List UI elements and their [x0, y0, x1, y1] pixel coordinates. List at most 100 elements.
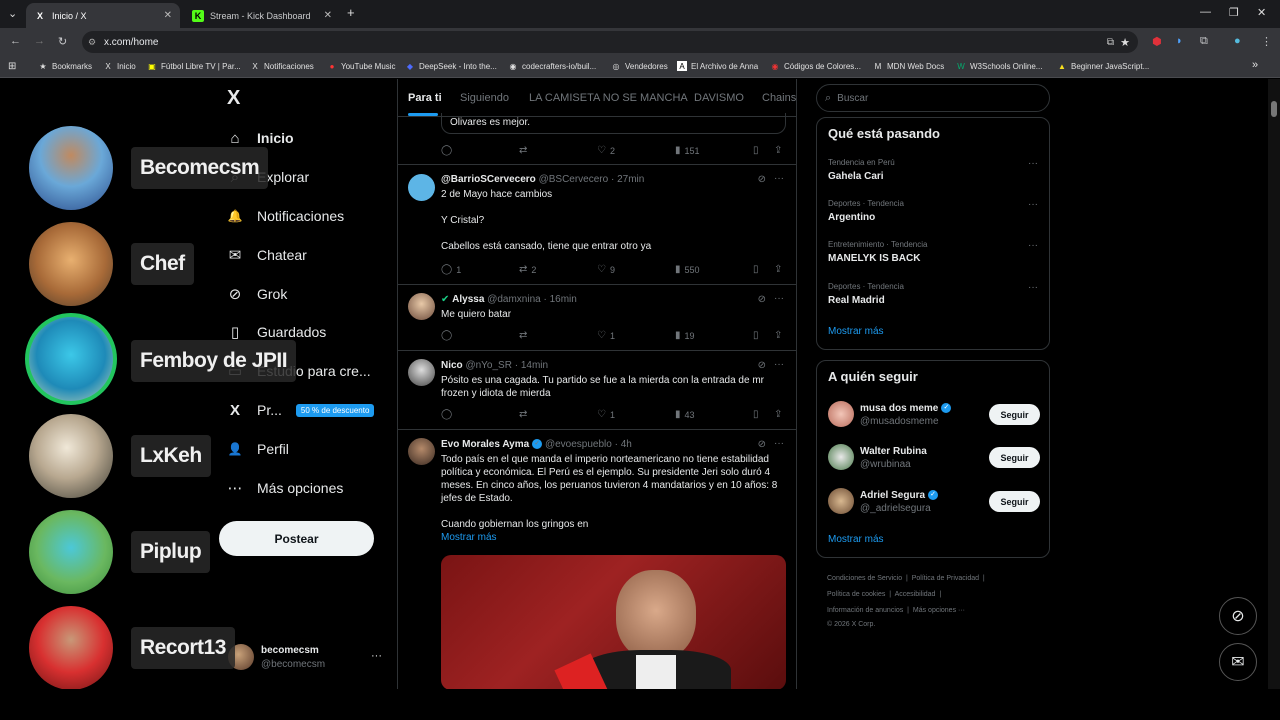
trend-item[interactable]: Deportes · Tendencia Argentino ···: [828, 199, 1038, 223]
new-tab-button[interactable]: +: [347, 5, 355, 20]
follow-button[interactable]: Seguir: [989, 491, 1040, 512]
follow-button[interactable]: Seguir: [989, 447, 1040, 468]
footer-link[interactable]: Más opciones ···: [913, 607, 965, 614]
trend-item[interactable]: Entretenimiento · Tendencia MANELYK IS BA…: [828, 240, 1038, 264]
bookmark-button[interactable]: ▯: [753, 145, 763, 156]
post[interactable]: Olivares es mejor. ◯ ⇄ ♡ 2 ▮ 151 ▯ ⇪: [398, 113, 796, 165]
bookmark-item[interactable]: X Notificaciones: [250, 61, 313, 71]
post-image[interactable]: [441, 555, 786, 689]
bookmark-item[interactable]: ◉ codecrafters-io/buil...: [508, 61, 597, 71]
x-logo[interactable]: X: [227, 87, 240, 110]
repost-button[interactable]: ⇄: [519, 409, 531, 420]
footer-link[interactable]: Política de cookies: [827, 591, 885, 598]
repost-button[interactable]: ⇄ 2: [519, 264, 536, 275]
post-menu-icon[interactable]: ···: [774, 173, 784, 184]
menu-kebab-icon[interactable]: ⋮: [1261, 35, 1272, 48]
extension-red-icon[interactable]: ⬢: [1152, 35, 1162, 48]
reply-button[interactable]: ◯ 1: [441, 264, 461, 275]
like-button[interactable]: ♡ 1: [597, 409, 615, 420]
views-button[interactable]: ▮ 151: [675, 145, 700, 156]
follow-suggestion[interactable]: Walter Rubina @wrubinaa Seguir: [828, 444, 1040, 472]
bookmark-item[interactable]: ◎ Vendedores: [611, 61, 668, 71]
post[interactable]: Evo Morales Ayma ✓ @evoespueblo · 4h ⊘ ··…: [398, 430, 796, 689]
grok-fab-icon[interactable]: ⊘: [1219, 597, 1257, 635]
grok-icon[interactable]: ⊘: [758, 294, 766, 305]
bookmark-star-icon[interactable]: ★: [1120, 36, 1130, 49]
reply-button[interactable]: ◯: [441, 145, 456, 156]
views-button[interactable]: ▮ 19: [675, 330, 695, 341]
post-button[interactable]: Postear: [219, 521, 374, 556]
address-bar[interactable]: ⚙ x.com/home ⧉ ★: [82, 31, 1138, 53]
more-icon[interactable]: ···: [1028, 199, 1038, 210]
bookmark-item[interactable]: ★ Bookmarks: [38, 61, 92, 71]
share-button[interactable]: ⇪: [774, 330, 786, 341]
account-menu-icon[interactable]: ···: [371, 650, 382, 662]
nav-chat[interactable]: ✉ Chatear: [226, 243, 307, 267]
bookmark-item[interactable]: W W3Schools Online...: [956, 61, 1042, 71]
follow-suggestion[interactable]: Adriel Segura ✓ @_adrielsegura Seguir: [828, 488, 1040, 516]
close-icon[interactable]: ✕: [324, 10, 332, 21]
repost-button[interactable]: ⇄: [519, 145, 531, 156]
post-menu-icon[interactable]: ···: [774, 359, 784, 370]
nav-notifications[interactable]: 🔔 Notificaciones: [226, 204, 345, 228]
tab-search-icon[interactable]: ⌄: [8, 7, 17, 20]
bookmark-item[interactable]: ▲ Beginner JavaScript...: [1057, 61, 1149, 71]
scrollbar-thumb[interactable]: [1271, 101, 1277, 117]
share-button[interactable]: ⇪: [774, 264, 786, 275]
extension-wave-icon[interactable]: ◗: [1176, 35, 1183, 47]
tab-inicio[interactable]: X Inicio / X ✕: [26, 3, 180, 28]
reply-button[interactable]: ◯: [441, 330, 456, 341]
extensions-puzzle-icon[interactable]: ⧉: [1200, 35, 1208, 48]
nav-profile[interactable]: 👤 Perfil: [226, 437, 289, 461]
footer-link[interactable]: Política de Privacidad: [912, 575, 979, 582]
post-menu-icon[interactable]: ···: [774, 293, 784, 304]
follow-button[interactable]: Seguir: [989, 404, 1040, 425]
tab-davismo[interactable]: DAVISMO: [694, 92, 744, 104]
bookmark-item[interactable]: ◆ DeepSeek - Into the...: [405, 61, 497, 71]
nav-grok[interactable]: ⊘ Grok: [226, 282, 288, 306]
post[interactable]: ✔ Alyssa @damxnina · 16min ⊘ ··· Me quie…: [398, 285, 796, 351]
share-button[interactable]: ⇪: [774, 409, 786, 420]
tab-siguiendo[interactable]: Siguiendo: [460, 92, 509, 104]
trend-item[interactable]: Deportes · Tendencia Real Madrid ···: [828, 282, 1038, 306]
footer-link[interactable]: Accesibilidad: [895, 591, 936, 598]
trends-show-more[interactable]: Mostrar más: [828, 326, 884, 337]
profile-avatar-icon[interactable]: ●: [1234, 35, 1241, 47]
install-app-icon[interactable]: ⧉: [1107, 37, 1114, 48]
more-icon[interactable]: ···: [1028, 282, 1038, 293]
follow-show-more[interactable]: Mostrar más: [828, 534, 884, 545]
like-button[interactable]: ♡ 1: [597, 330, 615, 341]
post[interactable]: Nico @nYo_SR · 14min ⊘ ··· Pósito es una…: [398, 351, 796, 430]
post[interactable]: @BarrioSCervecero @BSCervecero · 27min ⊘…: [398, 165, 796, 285]
tab-la-camiseta[interactable]: LA CAMISETA NO SE MANCHA: [529, 92, 688, 104]
post-menu-icon[interactable]: ···: [774, 438, 784, 449]
more-icon[interactable]: ···: [1028, 240, 1038, 251]
close-icon[interactable]: ✕: [164, 10, 172, 21]
grok-icon[interactable]: ⊘: [758, 439, 766, 450]
nav-premium[interactable]: X Pr... 50 % de descuento: [226, 398, 375, 422]
bookmark-item[interactable]: ● YouTube Music: [327, 61, 396, 71]
show-more-link[interactable]: Mostrar más: [441, 531, 786, 544]
tab-para-ti[interactable]: Para ti: [408, 92, 442, 104]
messages-fab-icon[interactable]: ✉: [1219, 643, 1257, 681]
share-button[interactable]: ⇪: [774, 145, 786, 156]
back-icon[interactable]: ←: [10, 35, 21, 47]
bookmark-button[interactable]: ▯: [753, 409, 763, 420]
bookmark-item[interactable]: ▣ Fútbol Libre TV | Par...: [147, 61, 241, 71]
views-button[interactable]: ▮ 550: [675, 264, 700, 275]
bookmark-item[interactable]: A El Archivo de Anna: [677, 61, 758, 71]
grok-icon[interactable]: ⊘: [758, 174, 766, 185]
apps-grid-icon[interactable]: ⊞: [8, 61, 16, 72]
bookmark-button[interactable]: ▯: [753, 264, 763, 275]
close-window-icon[interactable]: ✕: [1257, 6, 1266, 19]
site-info-icon[interactable]: ⚙: [88, 37, 96, 48]
like-button[interactable]: ♡ 2: [597, 145, 615, 156]
views-button[interactable]: ▮ 43: [675, 409, 695, 420]
more-icon[interactable]: ···: [1028, 158, 1038, 169]
reply-button[interactable]: ◯: [441, 409, 456, 420]
forward-icon[interactable]: →: [34, 35, 45, 47]
reload-icon[interactable]: ↻: [58, 35, 67, 48]
account-switcher[interactable]: becomecsm @becomecsm ···: [228, 642, 388, 674]
bookmark-item[interactable]: ◉ Códigos de Colores...: [770, 61, 861, 71]
trend-item[interactable]: Tendencia en Perú Gahela Cari ···: [828, 158, 1038, 182]
